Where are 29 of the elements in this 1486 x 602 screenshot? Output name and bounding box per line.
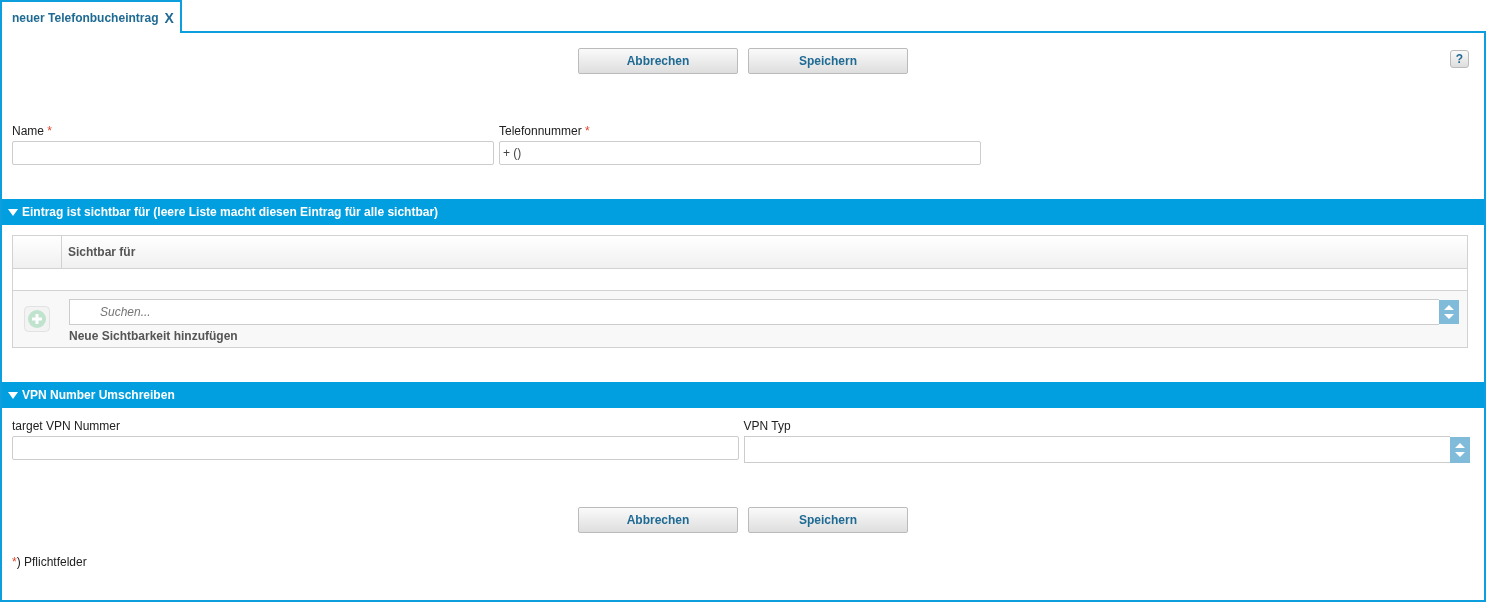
- input-field[interactable]: [12, 141, 494, 165]
- required-mark: *: [12, 555, 17, 569]
- triangle-icon: [8, 208, 18, 216]
- toolbar-button[interactable]: Abbrechen: [578, 48, 738, 74]
- add-label: Neue Sichtbarkeit hinzufügen: [69, 329, 239, 343]
- tab[interactable]: neuer Telefonbucheintrag X: [0, 0, 182, 33]
- spinner-icon[interactable]: [1450, 436, 1470, 463]
- input-field[interactable]: [12, 436, 739, 460]
- form-button[interactable]: Speichern: [748, 507, 908, 533]
- toolbar-button[interactable]: Speichern: [748, 48, 908, 74]
- triangle-icon: [8, 391, 18, 399]
- footnote-text: ) Pflichtfelder: [16, 555, 87, 569]
- select-field[interactable]: [743, 436, 1450, 463]
- section-header[interactable]: VPN Number Umschreiben: [2, 382, 1484, 408]
- required-mark: *: [47, 124, 53, 138]
- input-field[interactable]: + (): [499, 141, 981, 165]
- field-label: Name: [12, 124, 44, 138]
- column-header: Sichtbar für: [67, 244, 136, 261]
- field-label: target VPN Nummer: [12, 419, 122, 435]
- form-button[interactable]: Abbrechen: [578, 507, 738, 533]
- field-label: Telefonnummer: [499, 124, 582, 138]
- close-icon[interactable]: X: [164, 9, 174, 26]
- field-label: VPN Typ: [743, 419, 792, 435]
- help-button[interactable]: ?: [1450, 50, 1469, 68]
- add-icon[interactable]: [24, 306, 50, 332]
- required-mark: *: [585, 124, 590, 138]
- section-header[interactable]: Eintrag ist sichtbar für (leere Liste macht diesen Eintrag für alle sichtbar): [2, 199, 1484, 225]
- search-field[interactable]: Suchen...: [69, 299, 1439, 325]
- spinner-icon[interactable]: [1439, 300, 1459, 324]
